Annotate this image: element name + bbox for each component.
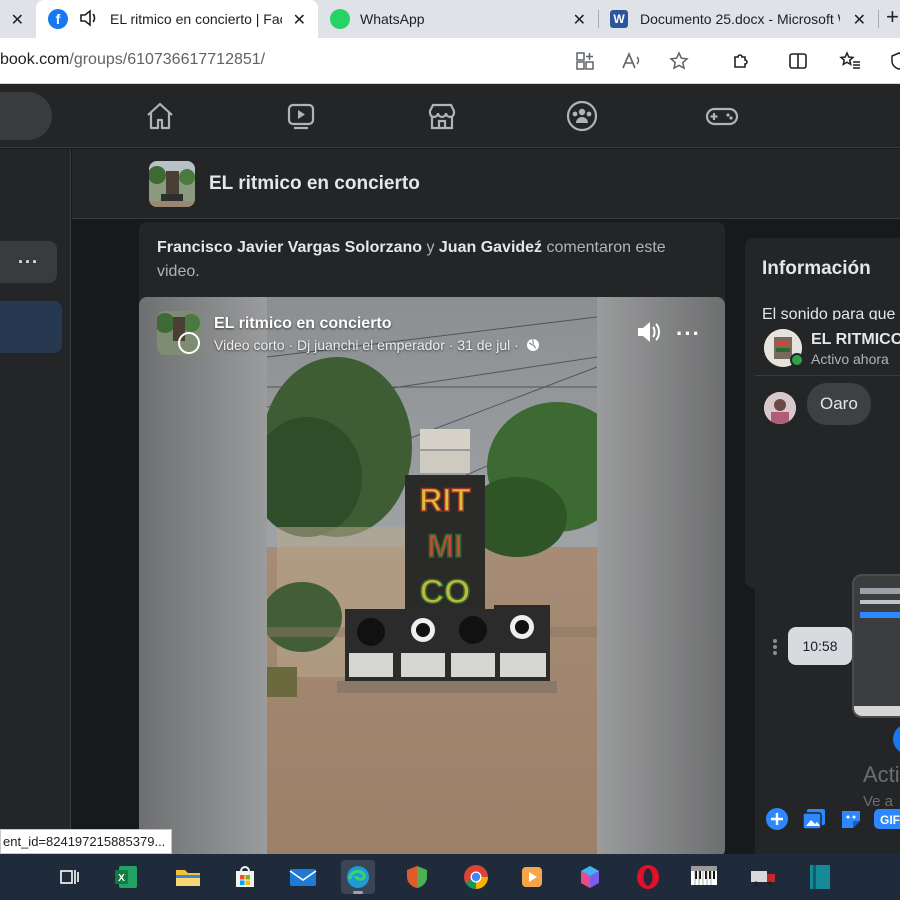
- facebook-icon: f: [48, 9, 68, 29]
- group-title[interactable]: EL ritmico en concierto: [209, 173, 420, 195]
- info-title: Información: [762, 258, 871, 279]
- chat-contact-name[interactable]: EL RITMICO: [811, 331, 900, 349]
- new-tab-button[interactable]: +: [886, 4, 899, 30]
- chat-status: Activo ahora: [811, 351, 889, 367]
- tab-title: WhatsApp: [360, 11, 425, 27]
- speaker-letters-rit: RIT: [419, 482, 471, 518]
- chat-header[interactable]: EL RITMICO Activo ahora: [755, 320, 900, 376]
- tab-title: EL ritmico en concierto | Fac: [110, 11, 282, 27]
- video-more-options-icon[interactable]: ···: [676, 321, 701, 347]
- speaker-icon[interactable]: [78, 8, 100, 31]
- read-aloud-icon[interactable]: [621, 50, 643, 72]
- browser-tab-strip: ✕ f EL ritmico en concierto | Fac ✕ What…: [0, 0, 900, 38]
- microsoft-store-icon[interactable]: [228, 860, 262, 894]
- commenter-name[interactable]: Juan Gavideź: [439, 239, 542, 256]
- svg-text:GIF: GIF: [880, 813, 900, 827]
- file-explorer-icon[interactable]: [171, 860, 205, 894]
- split-screen-icon[interactable]: [787, 50, 809, 72]
- url-path: /groups/610736617712851/: [69, 51, 266, 68]
- favorite-star-icon[interactable]: [668, 50, 690, 72]
- whatsapp-icon: [330, 9, 350, 29]
- group-header: EL ritmico en concierto: [72, 149, 900, 219]
- tab-facebook[interactable]: f EL ritmico en concierto | Fac ✕: [36, 0, 318, 38]
- mail-icon[interactable]: [286, 860, 320, 894]
- message-options-icon[interactable]: [772, 638, 778, 656]
- video-frame: RIT MI CO: [252, 297, 627, 857]
- timestamp-tooltip: 10:58: [788, 627, 852, 665]
- add-plus-icon[interactable]: [764, 806, 790, 832]
- tab-close-icon[interactable]: ✕: [11, 10, 24, 30]
- home-icon[interactable]: [142, 98, 178, 134]
- link-status-url: ent_id=824197215885379...: [0, 829, 173, 854]
- app-available-icon[interactable]: [574, 50, 596, 72]
- tab-title: Documento 25.docx - Microsoft W: [640, 11, 840, 27]
- video-meta-text: Video corto · Dj juanchi el emperador · …: [214, 337, 519, 353]
- marketplace-icon[interactable]: [424, 98, 460, 134]
- url-field[interactable]: book.com/groups/610736617712851/: [0, 43, 706, 77]
- volume-icon[interactable]: [635, 319, 663, 350]
- video-player-app-icon[interactable]: [515, 860, 549, 894]
- speaker-letters-co: CO: [420, 573, 471, 611]
- gif-icon[interactable]: GIF: [873, 806, 900, 832]
- tab-whatsapp[interactable]: WhatsApp ✕: [318, 0, 598, 38]
- message-bubble[interactable]: Oaro: [807, 383, 871, 425]
- sidebar-selected-item[interactable]: [0, 301, 62, 353]
- tab-separator: [598, 10, 599, 28]
- facebook-top-nav: [0, 84, 900, 148]
- online-status-dot: [790, 353, 804, 367]
- task-view-icon[interactable]: [53, 860, 87, 894]
- chat-composer-tools: GIF: [755, 804, 900, 844]
- word-icon: W: [610, 10, 628, 28]
- piano-app-icon[interactable]: [687, 860, 721, 894]
- message-avatar[interactable]: [764, 392, 796, 424]
- browser-essentials-icon[interactable]: [888, 50, 900, 72]
- commenters-line: Francisco Javier Vargas Solorzano y Juan…: [157, 236, 707, 284]
- opera-icon[interactable]: [631, 860, 665, 894]
- group-cover-thumbnail[interactable]: [149, 161, 195, 207]
- watch-icon[interactable]: [283, 98, 319, 134]
- blue-action-badge[interactable]: [893, 724, 900, 754]
- favorites-list-icon[interactable]: [839, 50, 861, 72]
- video-player[interactable]: RIT MI CO EL ritmico en concierto Video: [139, 297, 725, 857]
- more-options-button[interactable]: ···: [0, 241, 57, 283]
- extensions-puzzle-icon[interactable]: [730, 50, 752, 72]
- video-meta: Video corto · Dj juanchi el emperador · …: [214, 337, 540, 353]
- shared-screenshot-image[interactable]: [852, 574, 900, 718]
- tab-separator: [878, 10, 879, 28]
- active-app-indicator: [353, 891, 363, 894]
- video-title[interactable]: EL ritmico en concierto: [214, 315, 392, 333]
- address-bar-row: book.com/groups/610736617712851/: [0, 38, 900, 84]
- speaker-letters-mi: MI: [427, 528, 463, 564]
- url-host: book.com: [0, 51, 70, 68]
- globe-icon: [526, 338, 539, 351]
- chrome-icon[interactable]: [459, 860, 493, 894]
- truck-game-icon[interactable]: [746, 860, 780, 894]
- messenger-chat-window: EL RITMICO Activo ahora Oaro 10:58 Acti …: [755, 320, 900, 854]
- attach-photo-icon[interactable]: [801, 806, 827, 832]
- windows-taskbar: X: [0, 854, 900, 900]
- commenter-name[interactable]: Francisco Javier Vargas Solorzano: [157, 239, 422, 256]
- teal-app-icon[interactable]: [803, 860, 837, 894]
- tab-close-icon[interactable]: ✕: [573, 10, 586, 30]
- sticker-icon[interactable]: [838, 806, 864, 832]
- post-card: Francisco Javier Vargas Solorzano y Juan…: [139, 222, 725, 862]
- tab-close-icon[interactable]: ✕: [853, 10, 866, 30]
- copilot-icon[interactable]: [573, 860, 607, 894]
- svg-text:X: X: [118, 873, 125, 884]
- excel-icon[interactable]: X: [109, 860, 143, 894]
- tab-word-document[interactable]: W Documento 25.docx - Microsoft W ✕: [600, 0, 878, 38]
- gaming-icon[interactable]: [704, 98, 740, 134]
- edge-browser-icon[interactable]: [341, 860, 375, 894]
- activate-windows-watermark: Acti: [863, 762, 900, 787]
- video-group-thumbnail[interactable]: [157, 311, 201, 355]
- connector-text: y: [422, 239, 439, 256]
- tab-close-icon[interactable]: ✕: [293, 10, 306, 30]
- groups-icon[interactable]: [564, 98, 600, 134]
- tab-partial[interactable]: ✕: [0, 0, 34, 38]
- search-input[interactable]: [0, 92, 52, 140]
- shield-app-icon[interactable]: [400, 860, 434, 894]
